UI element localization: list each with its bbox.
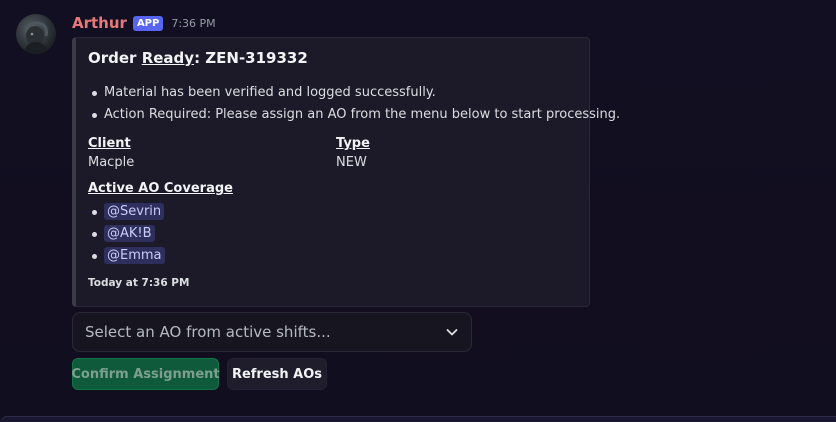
refresh-aos-button[interactable]: Refresh AOs xyxy=(227,358,327,390)
mention-item: @Emma xyxy=(88,245,165,267)
order-embed: Order Ready: ZEN-319332 Material has bee… xyxy=(72,37,620,307)
mention-item: @AK!B xyxy=(88,223,165,245)
message-header: Arthur APP 7:36 PM xyxy=(72,13,216,33)
bullet-item: Material has been verified and logged su… xyxy=(88,82,620,104)
app-badge: APP xyxy=(132,15,164,31)
chevron-down-icon xyxy=(445,325,459,339)
bullet-item: Action Required: Please assign an AO fro… xyxy=(88,104,620,126)
confirm-assignment-button[interactable]: Confirm Assignment xyxy=(71,358,220,390)
embed-title-prefix: Order xyxy=(88,49,142,67)
field-client-name: Client xyxy=(88,136,131,151)
user-mention[interactable]: @Sevrin xyxy=(104,203,165,220)
field-client-value: Macple xyxy=(88,155,135,170)
mention-item: @Sevrin xyxy=(88,201,165,223)
embed-title: Order Ready: ZEN-319332 xyxy=(88,49,308,67)
embed-bullet-list: Material has been verified and logged su… xyxy=(88,82,620,126)
ao-select-dropdown[interactable]: Select an AO from active shifts... xyxy=(72,312,472,352)
avatar-image xyxy=(24,21,49,54)
avatar[interactable] xyxy=(16,14,56,54)
message-composer-edge[interactable] xyxy=(0,416,836,422)
field-type-name: Type xyxy=(336,136,370,151)
coverage-title: Active AO Coverage xyxy=(88,181,233,196)
select-placeholder: Select an AO from active shifts... xyxy=(85,323,331,341)
user-mention[interactable]: @AK!B xyxy=(104,225,155,242)
message-timestamp: 7:36 PM xyxy=(171,16,216,30)
user-mention[interactable]: @Emma xyxy=(104,247,165,264)
field-type-value: NEW xyxy=(336,155,367,170)
author-name[interactable]: Arthur xyxy=(72,14,127,32)
field-client: Client Macple xyxy=(88,135,134,173)
mention-list: @Sevrin @AK!B @Emma xyxy=(88,201,165,267)
chat-message-area: Arthur APP 7:36 PM Order Ready: ZEN-3193… xyxy=(0,0,836,422)
embed-footer-timestamp: Today at 7:36 PM xyxy=(88,277,190,289)
embed-title-order-id: : ZEN-319332 xyxy=(194,49,308,67)
embed-title-status: Ready xyxy=(141,49,195,67)
field-type: Type NEW xyxy=(336,135,370,173)
